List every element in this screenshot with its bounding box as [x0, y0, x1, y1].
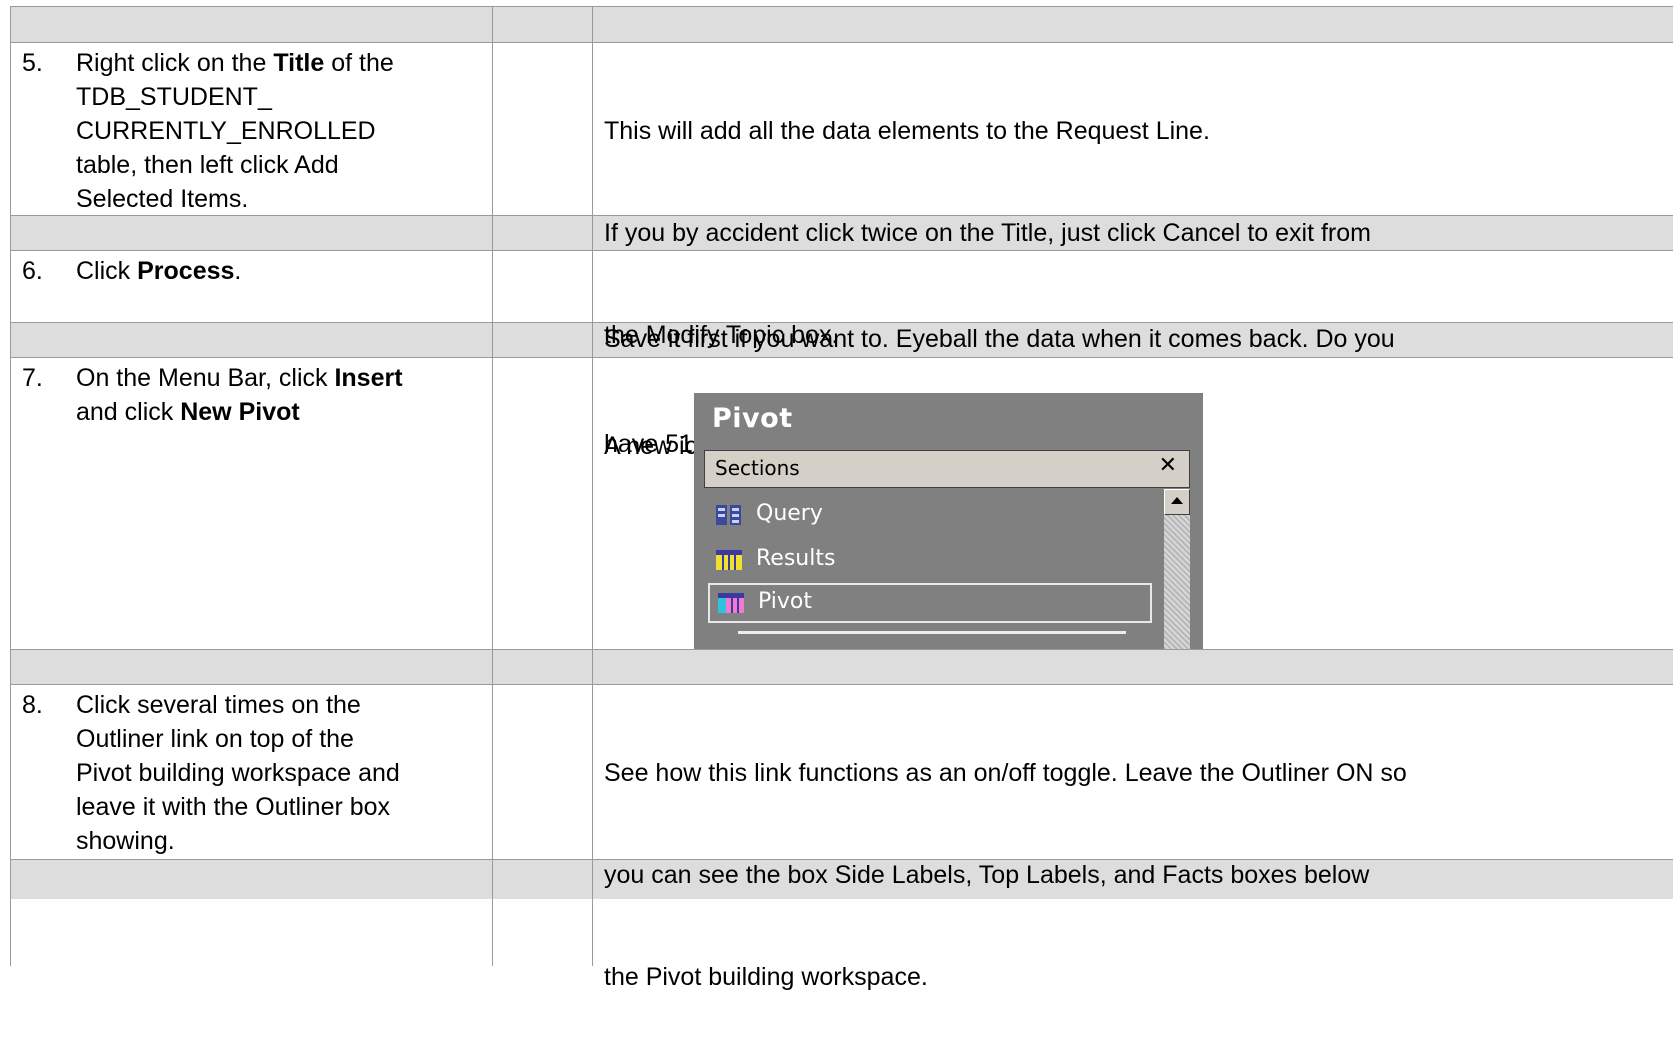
pivot-frame-title: Pivot	[712, 403, 793, 434]
sections-scrollbar[interactable]	[1164, 489, 1190, 649]
step-note: See how this link functions as an on/off…	[604, 688, 1673, 1062]
section-item-label: Results	[756, 546, 836, 571]
section-item-pivot[interactable]: Pivot	[708, 583, 1152, 623]
step-number: 5.	[22, 49, 43, 77]
sections-header: Sections ✕	[704, 450, 1190, 488]
bold-term: New Pivot	[180, 398, 300, 426]
bold-term: Process	[137, 257, 235, 285]
step-number: 8.	[22, 691, 43, 719]
scroll-up-arrow-icon[interactable]	[1164, 489, 1190, 515]
bold-term: Title	[273, 49, 325, 77]
section-item-label: Pivot	[758, 589, 813, 614]
sections-header-label: Sections	[715, 456, 800, 480]
separator-row	[11, 7, 1673, 42]
step-number: 6.	[22, 257, 43, 285]
bold-term: Insert	[334, 364, 403, 392]
step-instruction: Click Process.	[76, 257, 242, 285]
close-icon[interactable]: ✕	[1159, 453, 1177, 478]
note-line: Save it first if you want to. Eyeball th…	[604, 325, 1395, 353]
note-line: you can see the box Side Labels, Top Lab…	[604, 861, 1370, 889]
step-instruction: On the Menu Bar, click Insert and click …	[76, 364, 403, 426]
separator-row	[11, 649, 1673, 684]
section-item-label: Query	[756, 501, 823, 526]
note-line: the Pivot building workspace.	[604, 963, 928, 991]
section-item-results[interactable]: Results	[708, 542, 1148, 578]
step-number: 7.	[22, 364, 43, 392]
section-divider	[738, 631, 1126, 634]
section-item-query[interactable]: Query	[708, 497, 1148, 533]
query-icon	[716, 505, 741, 525]
results-icon	[716, 550, 742, 570]
step-instruction: Right click on the Title of the TDB_STUD…	[76, 49, 394, 213]
note-line: If you by accident click twice on the Ti…	[604, 219, 1371, 247]
note-line: This will add all the data elements to t…	[604, 117, 1210, 145]
pivot-sections-screenshot: Pivot Sections ✕ Query Results Pivot	[694, 393, 1203, 649]
note-line: See how this link functions as an on/off…	[604, 759, 1407, 787]
step-instruction: Click several times on the Outliner link…	[76, 691, 400, 855]
pivot-icon	[718, 593, 744, 613]
